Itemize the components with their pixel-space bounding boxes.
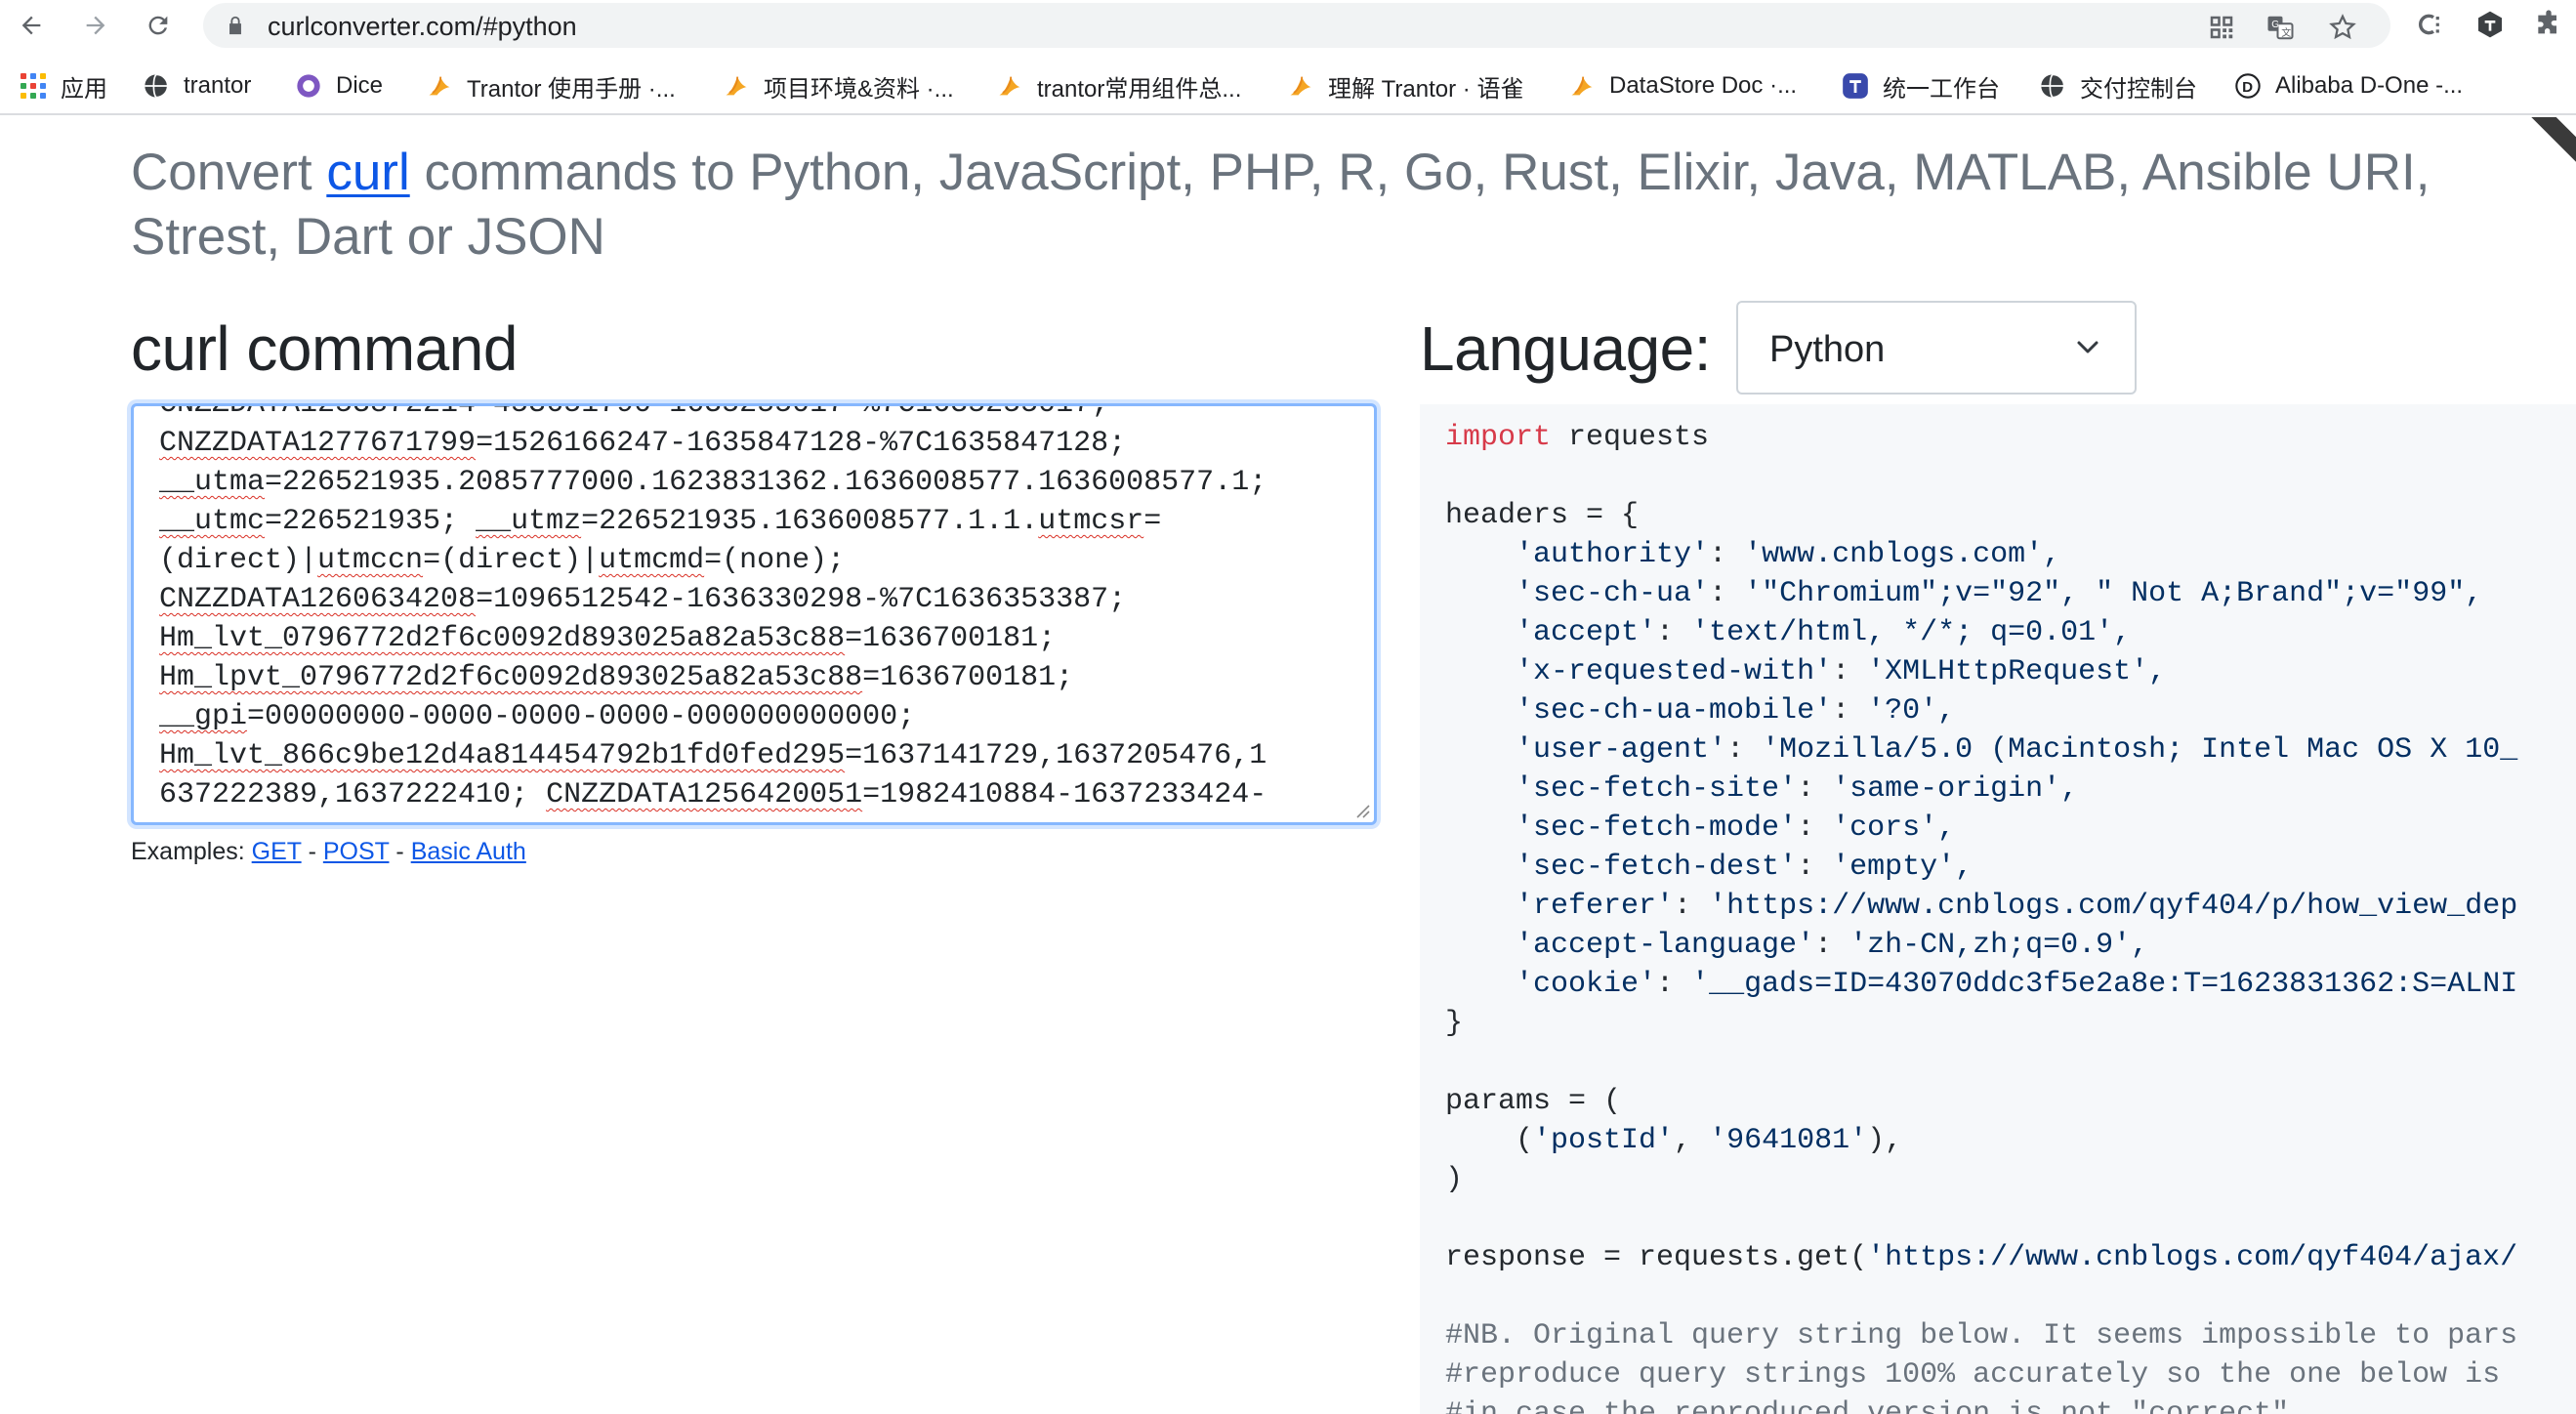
extension-hexagon-icon[interactable] (2474, 9, 2506, 40)
bookmarks-bar: 应用 trantor Dice Trantor 使用手册 ·... 项目环境&资… (0, 57, 2576, 115)
back-button[interactable] (12, 6, 51, 45)
globe-icon (143, 72, 170, 100)
browser-toolbar: curlconverter.com/#python G文 (0, 0, 2576, 51)
language-select-value: Python (1769, 329, 1886, 370)
back-arrow-icon (21, 16, 41, 35)
example-get-link[interactable]: GET (252, 838, 302, 865)
curl-link[interactable]: curl (326, 144, 409, 201)
yuque-bird-icon (996, 72, 1023, 100)
svg-text:G: G (2271, 20, 2279, 30)
address-bar[interactable]: curlconverter.com/#python G文 (203, 3, 2390, 48)
code-output-panel[interactable]: import requests headers = { 'authority':… (1420, 404, 2576, 1414)
forward-button[interactable] (76, 6, 115, 45)
bookmark-delivery-console[interactable]: 交付控制台 (2039, 70, 2197, 103)
url-text[interactable]: curlconverter.com/#python (268, 12, 577, 42)
translate-icon[interactable]: G文 (2265, 13, 2295, 42)
python-code: import requests headers = { 'authority':… (1445, 421, 2518, 1414)
bookmark-alibaba-done[interactable]: D Alibaba D-One -... (2234, 70, 2463, 102)
dice-logo-icon (295, 72, 322, 100)
qr-code-icon[interactable] (2207, 13, 2236, 42)
bookmark-project-env[interactable]: 项目环境&资料 ·... (723, 70, 954, 103)
chevron-down-icon (2077, 341, 2098, 354)
d-logo-icon: D (2234, 72, 2262, 100)
svg-text:D: D (2242, 79, 2253, 96)
yuque-bird-icon (426, 72, 453, 100)
curl-command-text: CNZZDATA1253872214=453651790-1635255017-… (159, 403, 1267, 811)
extensions-puzzle-icon[interactable] (2533, 9, 2564, 40)
lock-icon (229, 16, 241, 35)
curl-command-textarea[interactable]: CNZZDATA1253872214=453651790-1635255017-… (131, 403, 1377, 825)
bookmark-star-icon[interactable] (2328, 13, 2357, 42)
example-basic-auth-link[interactable]: Basic Auth (411, 838, 526, 865)
curl-command-heading: curl command (131, 313, 518, 384)
yuque-bird-icon (1287, 72, 1314, 100)
svg-text:文: 文 (2281, 26, 2291, 39)
yuque-bird-icon (1568, 72, 1596, 100)
bookmark-apps[interactable]: 应用 (20, 70, 107, 103)
bookmark-understand-trantor[interactable]: 理解 Trantor · 语雀 (1287, 70, 1523, 103)
language-select[interactable]: Python (1736, 301, 2137, 395)
bookmark-trantor-manual[interactable]: Trantor 使用手册 ·... (426, 70, 676, 103)
page-headline: Convert curl commands to Python, JavaScr… (131, 144, 2431, 266)
github-corner-ribbon[interactable] (2521, 117, 2576, 176)
extension-c-icon[interactable] (2414, 9, 2445, 40)
t-logo-icon (1842, 72, 1869, 100)
bookmark-datastore-doc[interactable]: DataStore Doc ·... (1568, 70, 1797, 102)
bookmark-trantor-components[interactable]: trantor常用组件总... (996, 70, 1241, 103)
globe-icon (2039, 72, 2066, 100)
bookmark-unified-workbench[interactable]: 统一工作台 (1842, 70, 2000, 103)
example-post-link[interactable]: POST (323, 838, 390, 865)
language-heading: Language: (1420, 313, 1712, 384)
forward-arrow-icon (86, 16, 105, 35)
reload-icon (148, 16, 168, 35)
resize-grip-icon[interactable] (1352, 801, 1370, 818)
apps-grid-icon (20, 72, 47, 100)
yuque-bird-icon (723, 72, 750, 100)
bookmark-trantor[interactable]: trantor (143, 70, 251, 102)
reload-button[interactable] (139, 6, 178, 45)
bookmark-dice[interactable]: Dice (295, 70, 383, 102)
examples-row: Examples: GET - POST - Basic Auth (131, 838, 526, 865)
